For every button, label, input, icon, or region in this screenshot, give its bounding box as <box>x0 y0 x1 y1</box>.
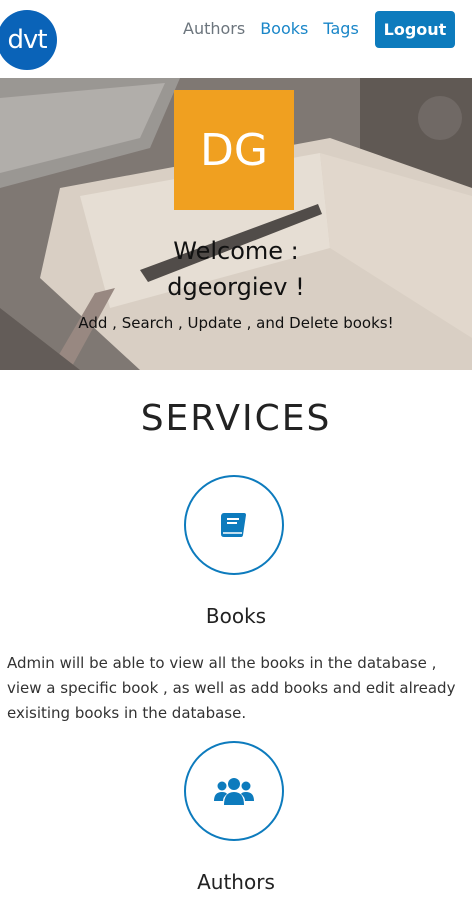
avatar-initials: DG <box>200 124 268 176</box>
logout-button[interactable]: Logout <box>375 11 455 48</box>
books-service-heading: Books <box>205 604 267 628</box>
logo[interactable]: dvt <box>0 10 57 70</box>
nav-links: Authors Books Tags <box>183 18 374 40</box>
navbar: dvt Authors Books Tags Logout <box>0 0 472 78</box>
nav-link-authors[interactable]: Authors <box>183 18 245 40</box>
books-service-description: Admin will be able to view all the books… <box>7 654 456 722</box>
logo-text: dvt <box>7 25 47 55</box>
welcome-username: dgeorgiev ! <box>167 273 305 301</box>
welcome-message: Welcome : dgeorgiev ! <box>0 233 472 305</box>
nav-link-tags[interactable]: Tags <box>323 18 358 40</box>
avatar: DG <box>174 90 294 210</box>
services-title: SERVICES <box>140 398 332 439</box>
users-icon <box>214 778 254 805</box>
hero-subtitle: Add , Search , Update , and Delete books… <box>78 314 394 332</box>
welcome-line-1: Welcome : <box>173 237 299 265</box>
hero-banner: DG Welcome : dgeorgiev ! Add , Search , … <box>0 78 472 370</box>
authors-service-heading: Authors <box>197 870 275 894</box>
books-service-circle <box>184 475 284 575</box>
book-icon <box>221 513 246 537</box>
authors-service-circle <box>184 741 284 841</box>
nav-link-books[interactable]: Books <box>260 18 308 40</box>
